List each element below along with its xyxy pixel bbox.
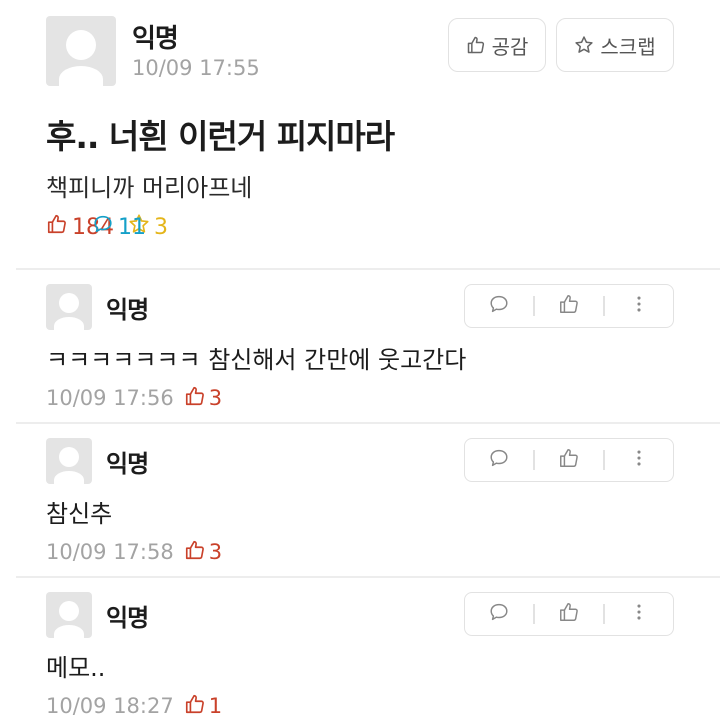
- post-time: 10/09 17:55: [132, 56, 260, 80]
- speech-bubble-icon: [92, 213, 114, 241]
- comment-time: 10/09 17:56: [46, 386, 174, 410]
- comment-meta: 10/09 17:58 3: [46, 538, 222, 566]
- comment-like-value: 3: [208, 540, 223, 564]
- reply-button[interactable]: [465, 593, 533, 635]
- comment-like-button[interactable]: [535, 285, 603, 327]
- comment-like-value: 1: [208, 694, 223, 718]
- comment-like-button[interactable]: [535, 439, 603, 481]
- comment-like-count: 3: [184, 539, 222, 566]
- divider: [16, 268, 720, 270]
- thumbs-up-icon: [558, 601, 580, 627]
- more-button[interactable]: [605, 439, 673, 481]
- thumbs-up-icon: [184, 539, 206, 566]
- post-author: 익명: [132, 24, 179, 54]
- speech-bubble-icon: [488, 601, 510, 627]
- post-header: 익명 10/09 17:55 공감 스크랩: [46, 16, 686, 86]
- scrap-button[interactable]: 스크랩: [556, 18, 674, 72]
- comment-text: 메모..: [46, 654, 106, 682]
- post-title: 후.. 너흰 이런거 피지마라: [46, 117, 395, 156]
- thumbs-up-icon: [558, 447, 580, 473]
- divider: [16, 422, 720, 424]
- reply-button[interactable]: [465, 285, 533, 327]
- comment-text: 참신추: [46, 500, 113, 528]
- avatar: [46, 438, 92, 484]
- reply-button[interactable]: [465, 439, 533, 481]
- more-vertical-icon: [628, 601, 650, 627]
- comment-like-value: 3: [208, 386, 223, 410]
- more-vertical-icon: [628, 447, 650, 473]
- avatar: [46, 16, 116, 86]
- thumbs-up-icon: [184, 385, 206, 412]
- comment-text: ㅋㅋㅋㅋㅋㅋㅋ 참신해서 간만에 웃고간다: [46, 346, 467, 374]
- comment-author: 익명: [106, 296, 149, 324]
- star-icon: [574, 35, 594, 55]
- more-button[interactable]: [605, 593, 673, 635]
- comment-like-count: 3: [184, 385, 222, 412]
- comment-author: 익명: [106, 450, 149, 478]
- avatar: [46, 284, 92, 330]
- comment-count-value: 11: [118, 214, 146, 240]
- comment-like-count: 1: [184, 693, 222, 720]
- comment-actions: [464, 438, 674, 482]
- comment-like-button[interactable]: [535, 593, 603, 635]
- divider: [16, 576, 720, 578]
- speech-bubble-icon: [488, 293, 510, 319]
- post-stats: 184 11 3: [46, 212, 182, 242]
- thumbs-up-icon: [558, 293, 580, 319]
- scrap-button-label: 스크랩: [600, 34, 656, 59]
- thumbs-up-icon: [46, 213, 68, 241]
- more-vertical-icon: [628, 293, 650, 319]
- comment-actions: [464, 592, 674, 636]
- comment-count: 11: [92, 213, 720, 241]
- thumbs-up-icon: [466, 35, 486, 55]
- comment-meta: 10/09 17:56 3: [46, 384, 222, 412]
- comment-time: 10/09 17:58: [46, 540, 174, 564]
- like-button[interactable]: 공감: [448, 18, 546, 72]
- avatar: [46, 592, 92, 638]
- comment-actions: [464, 284, 674, 328]
- comment-meta: 10/09 18:27 1: [46, 692, 222, 720]
- speech-bubble-icon: [488, 447, 510, 473]
- like-button-label: 공감: [491, 34, 529, 59]
- post-body: 책피니까 머리아프네: [46, 174, 253, 202]
- thumbs-up-icon: [184, 693, 206, 720]
- comment-author: 익명: [106, 604, 149, 632]
- more-button[interactable]: [605, 285, 673, 327]
- comment-time: 10/09 18:27: [46, 694, 174, 718]
